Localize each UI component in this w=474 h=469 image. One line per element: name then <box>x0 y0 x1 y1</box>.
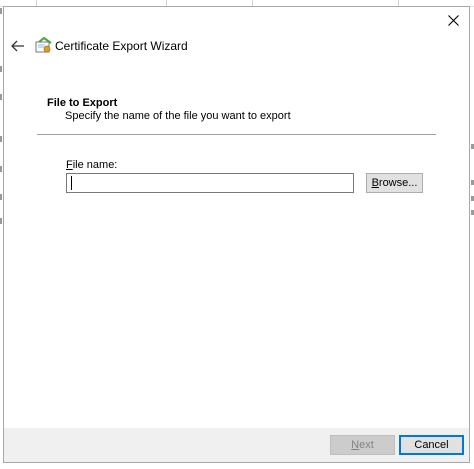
browse-button-label: rowse... <box>378 177 418 189</box>
close-icon <box>447 14 459 26</box>
screen: Certificate Export Wizard File to Export… <box>0 0 474 469</box>
cancel-button[interactable]: Cancel <box>399 435 464 455</box>
wizard-title: Certificate Export Wizard <box>55 39 188 53</box>
certificate-icon <box>35 37 52 53</box>
file-name-label-accelerator: F <box>66 159 73 171</box>
next-button[interactable]: Next <box>330 435 395 455</box>
close-button[interactable] <box>437 7 469 33</box>
file-name-input[interactable] <box>66 173 354 193</box>
section-description: Specify the name of the file you want to… <box>65 110 291 122</box>
next-button-label: ext <box>359 439 374 451</box>
browse-button[interactable]: Browse... <box>366 173 423 193</box>
next-button-accelerator: N <box>351 439 360 451</box>
file-name-label-text: ile name: <box>72 159 118 171</box>
certificate-export-wizard-dialog: Certificate Export Wizard File to Export… <box>3 6 470 463</box>
file-name-label: File name: <box>66 159 117 171</box>
header-divider <box>37 134 436 135</box>
section-heading: File to Export <box>47 97 118 109</box>
browse-button-accelerator: B <box>371 177 379 189</box>
back-arrow-icon <box>11 40 24 52</box>
back-button[interactable] <box>8 37 28 55</box>
text-caret <box>71 176 72 190</box>
